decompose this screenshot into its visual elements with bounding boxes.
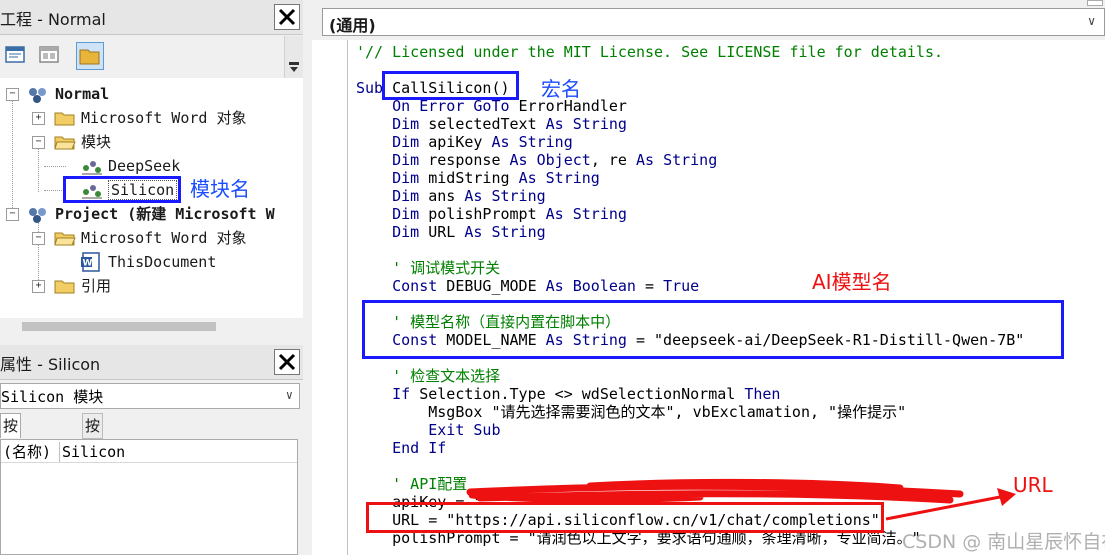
- watermark: CSDN @ 南山星辰怀自在: [902, 531, 1105, 553]
- annotation-drawing: [466, 478, 1016, 521]
- url-arrow-head: [997, 488, 1016, 506]
- redaction-scribble: [466, 478, 964, 504]
